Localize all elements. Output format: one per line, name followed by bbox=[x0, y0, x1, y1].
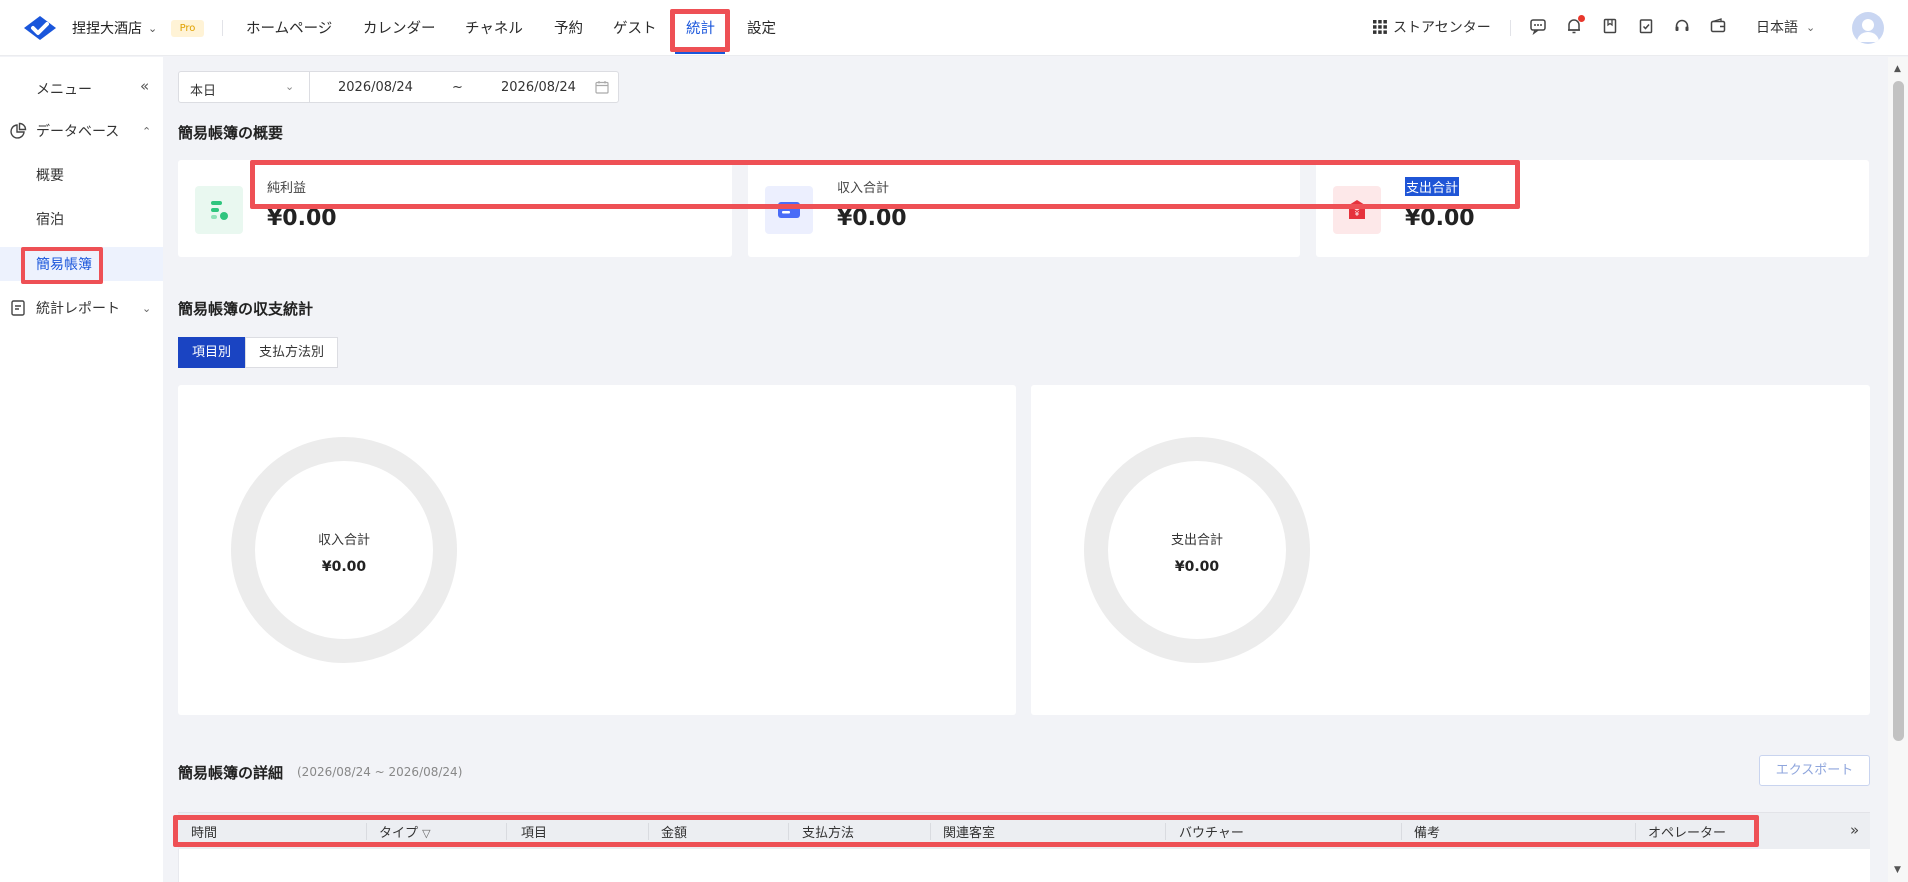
expense-donut-chart: 支出合計 ¥0.00 bbox=[1084, 437, 1310, 663]
scrollbar[interactable]: ▲ ▼ bbox=[1888, 57, 1908, 882]
sidebar-item-overview[interactable]: 概要 bbox=[0, 157, 163, 193]
language-selector[interactable]: 日本語 ⌄ bbox=[1756, 17, 1815, 37]
task-icon[interactable] bbox=[1635, 15, 1657, 37]
sidebar-highlight-box bbox=[21, 247, 103, 284]
stats-tabs: 項目別 支払方法別 bbox=[178, 337, 339, 368]
sidebar-group-reports[interactable]: 統計レポート ⌄ bbox=[0, 290, 163, 326]
income-donut-chart: 収入合計 ¥0.00 bbox=[231, 437, 457, 663]
scrollbar-thumb[interactable] bbox=[1893, 81, 1904, 741]
sidebar-item-label: 宿泊 bbox=[36, 212, 64, 228]
nav-channel[interactable]: チャネル bbox=[465, 17, 523, 38]
profit-icon-box bbox=[195, 186, 243, 234]
avatar[interactable] bbox=[1852, 12, 1884, 44]
donut-ring bbox=[231, 437, 457, 663]
period-select[interactable]: 本日 bbox=[190, 80, 216, 99]
sidebar-item-stay[interactable]: 宿泊 bbox=[0, 201, 163, 237]
pro-badge: Pro bbox=[171, 20, 204, 37]
document-icon bbox=[11, 300, 25, 316]
date-filter: 本日 ⌄ 2026/08/24 ~ 2026/08/24 bbox=[178, 71, 619, 103]
nav-settings[interactable]: 設定 bbox=[747, 17, 776, 38]
donut-label: 支出合計 bbox=[1170, 533, 1223, 548]
card-labels-highlight-box bbox=[250, 160, 1520, 209]
nav-home[interactable]: ホームページ bbox=[246, 17, 332, 38]
export-button[interactable]: エクスポート bbox=[1759, 755, 1870, 786]
chevron-down-icon: ⌄ bbox=[148, 21, 158, 35]
sidebar-item-label: 概要 bbox=[36, 168, 64, 184]
message-icon[interactable] bbox=[1527, 15, 1549, 37]
divider bbox=[222, 20, 223, 36]
app-logo[interactable] bbox=[22, 14, 58, 42]
donut-value: ¥0.00 bbox=[1174, 559, 1220, 575]
donut-label: 収入合計 bbox=[317, 533, 370, 548]
language-label: 日本語 bbox=[1756, 20, 1798, 36]
divider bbox=[309, 72, 310, 102]
end-date-input[interactable]: 2026/08/24 bbox=[501, 80, 576, 95]
chevron-down-icon: ⌄ bbox=[1806, 20, 1816, 34]
detail-date-range: (2026/08/24 ~ 2026/08/24) bbox=[297, 765, 463, 779]
headset-icon[interactable] bbox=[1671, 15, 1693, 37]
start-date-input[interactable]: 2026/08/24 bbox=[338, 80, 413, 95]
bookmark-icon[interactable] bbox=[1599, 15, 1621, 37]
donut-ring bbox=[1084, 437, 1310, 663]
tab-by-payment-method[interactable]: 支払方法別 bbox=[245, 337, 339, 368]
expand-columns-icon[interactable]: » bbox=[1850, 821, 1859, 839]
date-range-separator: ~ bbox=[452, 80, 463, 95]
notification-dot bbox=[1578, 15, 1585, 22]
nav-highlight-box bbox=[670, 9, 730, 52]
card-value: ¥0.00 bbox=[837, 206, 907, 231]
nav-guest[interactable]: ゲスト bbox=[613, 17, 657, 38]
scroll-up-icon[interactable]: ▲ bbox=[1894, 64, 1901, 74]
card-value: ¥0.00 bbox=[1405, 206, 1475, 231]
collapse-icon[interactable]: « bbox=[140, 77, 149, 95]
chevron-down-icon: ⌄ bbox=[142, 301, 152, 315]
table-header-highlight-box bbox=[173, 815, 1759, 847]
pie-chart-icon bbox=[10, 122, 27, 139]
hotel-switcher[interactable]: 捏捏大酒店 ⌄ bbox=[72, 18, 157, 38]
chevron-down-icon: ⌄ bbox=[285, 80, 295, 93]
sidebar: メニュー « データベース ⌃ 概要 宿泊 簡易帳簿 統計レポート ⌄ bbox=[0, 57, 163, 882]
tab-by-item[interactable]: 項目別 bbox=[178, 337, 246, 368]
scroll-down-icon[interactable]: ▼ bbox=[1894, 865, 1901, 875]
grid-icon bbox=[1373, 20, 1387, 34]
sidebar-title: メニュー bbox=[36, 82, 92, 98]
store-center-label: ストアセンター bbox=[1393, 20, 1491, 36]
donut-value: ¥0.00 bbox=[321, 559, 367, 575]
wallet-icon[interactable] bbox=[1707, 15, 1729, 37]
income-panel: 収入合計 ¥0.00 bbox=[178, 385, 1016, 715]
detail-title: 簡易帳簿の詳細 bbox=[178, 764, 284, 782]
sidebar-group-label: 統計レポート bbox=[36, 301, 120, 317]
expense-panel: 支出合計 ¥0.00 bbox=[1031, 385, 1870, 715]
table-body bbox=[178, 849, 1870, 882]
sidebar-group-database[interactable]: データベース ⌃ bbox=[0, 113, 163, 149]
sidebar-group-label: データベース bbox=[36, 124, 120, 140]
divider bbox=[1510, 20, 1511, 36]
top-icons bbox=[1527, 15, 1729, 37]
card-value: ¥0.00 bbox=[267, 206, 337, 231]
svg-text:¥: ¥ bbox=[1355, 210, 1360, 218]
store-center-link[interactable]: ストアセンター bbox=[1373, 17, 1491, 37]
chevron-up-icon: ⌃ bbox=[142, 124, 152, 138]
stats-title: 簡易帳簿の収支統計 bbox=[178, 300, 314, 318]
hotel-name: 捏捏大酒店 bbox=[72, 21, 142, 37]
overview-title: 簡易帳簿の概要 bbox=[178, 124, 284, 142]
top-bar: 捏捏大酒店 ⌄ Pro ホームページ カレンダー チャネル 予約 ゲスト 統計 … bbox=[0, 0, 1908, 56]
profit-icon bbox=[211, 201, 228, 220]
bell-icon[interactable] bbox=[1563, 15, 1585, 37]
calendar-icon[interactable] bbox=[595, 80, 609, 94]
nav-reservation[interactable]: 予約 bbox=[554, 17, 583, 38]
nav-calendar[interactable]: カレンダー bbox=[363, 17, 436, 38]
